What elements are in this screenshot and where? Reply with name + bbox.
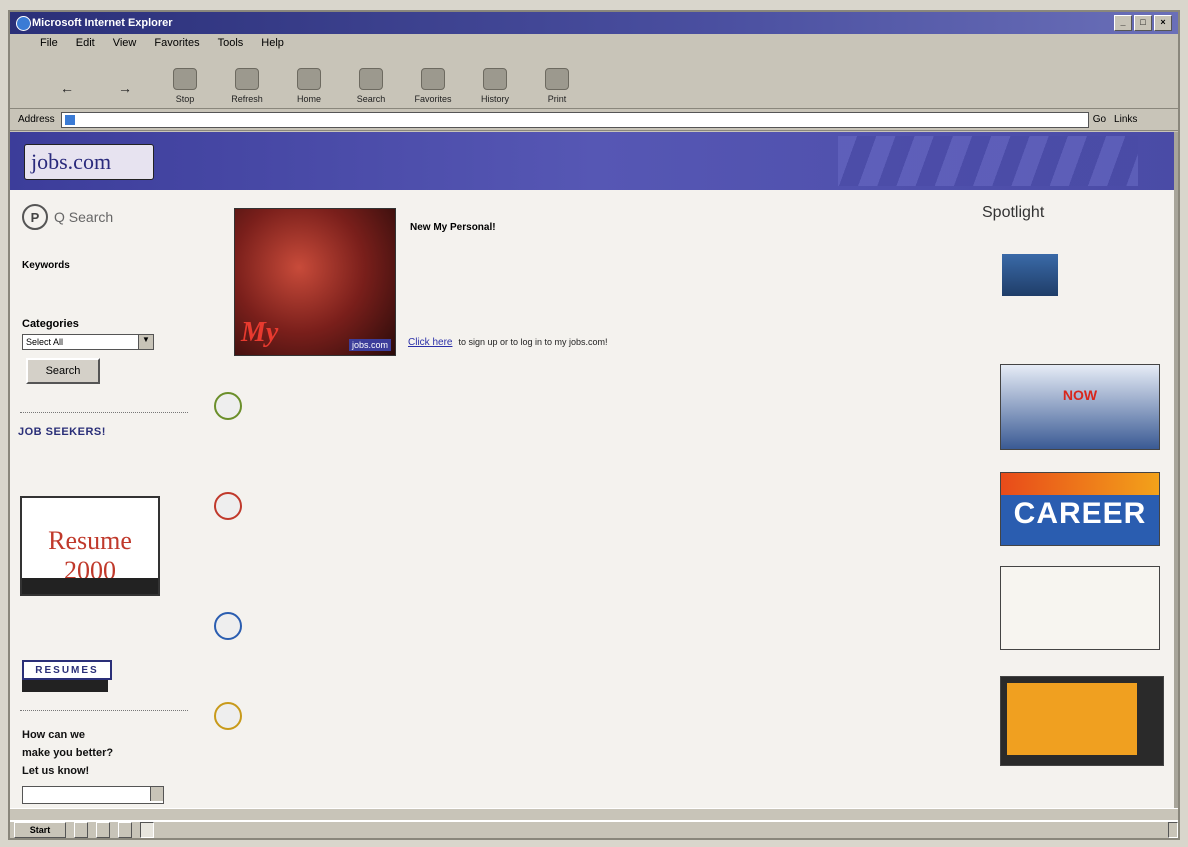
divider xyxy=(20,412,188,413)
search-brand: P Q Search xyxy=(22,204,113,230)
start-button[interactable]: Start xyxy=(14,822,66,838)
home-button[interactable]: Home xyxy=(278,58,340,108)
my-jobs-promo-image[interactable]: My jobs.com xyxy=(234,208,396,356)
history-button[interactable]: History xyxy=(464,58,526,108)
resume-2000-ad[interactable]: Resume 2000 xyxy=(20,496,160,596)
ad-line-2: NOW xyxy=(1062,387,1098,403)
click-here-link[interactable]: Click here xyxy=(408,337,452,348)
ie-logo-icon xyxy=(16,16,31,31)
spotlight-ad-top-employers[interactable]: NOW xyxy=(1000,364,1160,450)
ad-photo xyxy=(1002,254,1058,296)
address-label: Address xyxy=(18,114,55,125)
taskbar-item[interactable] xyxy=(74,822,88,838)
menu-file[interactable]: File xyxy=(40,37,58,49)
feedback-select[interactable] xyxy=(22,786,164,804)
categories-label: Categories xyxy=(22,318,79,330)
forward-arrow-icon: → xyxy=(118,80,132,96)
search-brand-label: Q Search xyxy=(54,209,114,225)
keywords-label: Keywords xyxy=(22,260,70,271)
photo-brand-text: jobs.com xyxy=(348,339,391,351)
spotlight-ad-local-jobs[interactable] xyxy=(1000,254,1156,350)
left-sidebar: P Q Search Keywords Categories Select Al… xyxy=(10,190,202,808)
menu-favorites[interactable]: Favorites xyxy=(154,37,199,49)
spotlight-title: Spotlight xyxy=(982,204,1045,221)
taskbar: Start xyxy=(10,820,1178,838)
spotlight-ad-text[interactable] xyxy=(1000,566,1160,650)
print-button[interactable]: Print xyxy=(526,58,588,108)
history-icon xyxy=(483,68,507,90)
refresh-button[interactable]: Refresh xyxy=(216,58,278,108)
system-tray xyxy=(1168,822,1178,838)
favorites-icon xyxy=(421,68,445,90)
maximize-button[interactable]: □ xyxy=(1134,15,1152,31)
links-button[interactable]: Links xyxy=(1114,114,1137,125)
job-seekers-title: JOB SEEKERS! xyxy=(18,426,106,438)
stop-icon xyxy=(173,68,197,90)
resume-title: Resume 2000 xyxy=(48,526,132,585)
address-input[interactable] xyxy=(60,111,1089,128)
taskbar-item[interactable] xyxy=(96,822,110,838)
favorites-button[interactable]: Favorites xyxy=(402,58,464,108)
back-arrow-icon: ← xyxy=(60,80,74,96)
stop-button[interactable]: Stop xyxy=(154,58,216,108)
divider xyxy=(20,710,188,711)
feedback-prompt: How can we make you better? Let us know! xyxy=(22,729,114,777)
menu-edit[interactable]: Edit xyxy=(76,37,95,49)
taskbar-item[interactable] xyxy=(118,822,132,838)
ad-text xyxy=(1007,683,1137,755)
home-icon xyxy=(297,68,321,90)
handshake-icon xyxy=(214,702,242,730)
menu-help[interactable]: Help xyxy=(261,37,284,49)
minimize-button[interactable]: _ xyxy=(1114,15,1132,31)
menu-view[interactable]: View xyxy=(113,37,137,49)
p-logo-icon: P xyxy=(22,204,48,230)
title-bar: Microsoft Internet Explorer _ □ × xyxy=(10,12,1178,34)
resume-footer xyxy=(22,578,158,594)
close-button[interactable]: × xyxy=(1154,15,1172,31)
refresh-icon xyxy=(235,68,259,90)
window-title: Microsoft Internet Explorer xyxy=(32,17,173,29)
chevron-down-icon: ▼ xyxy=(138,335,153,349)
search-button[interactable]: Search xyxy=(340,58,402,108)
page-icon xyxy=(64,114,75,125)
browser-window: Microsoft Internet Explorer _ □ × File E… xyxy=(8,10,1180,840)
site-banner: jobs.com xyxy=(10,132,1178,190)
target-icon xyxy=(214,492,242,520)
taskbar-item-active[interactable] xyxy=(140,822,154,838)
back-button[interactable]: ← xyxy=(38,58,96,108)
right-sidebar: Spotlight NOW CAREER xyxy=(972,190,1172,808)
resumes-badge[interactable]: RESUMES xyxy=(22,660,112,680)
categories-value: Select All xyxy=(26,337,64,347)
site-logo[interactable]: jobs.com xyxy=(24,144,154,180)
toolbar: ← → Stop Refresh Home Search Favorites H… xyxy=(10,52,1178,109)
ad-word: CAREER xyxy=(1013,497,1147,530)
site-search-button[interactable]: Search xyxy=(26,358,100,384)
search-icon xyxy=(359,68,383,90)
go-button[interactable]: Go xyxy=(1093,114,1106,125)
leaf-icon xyxy=(214,392,242,420)
categories-select[interactable]: Select All ▼ xyxy=(22,334,154,350)
promo-signup: Click here to sign up or to log in to my … xyxy=(408,337,608,348)
print-icon xyxy=(545,68,569,90)
page-viewport: jobs.com P Q Search Keywords Categories … xyxy=(10,132,1178,808)
ad-header xyxy=(1001,473,1159,495)
forward-button[interactable]: → xyxy=(96,58,154,108)
spotlight-ad-advance-career[interactable]: CAREER xyxy=(1000,472,1160,546)
menu-bar: File Edit View Favorites Tools Help xyxy=(10,34,1178,52)
briefcase-icon xyxy=(214,612,242,640)
resumes-badge-footer xyxy=(22,680,108,692)
address-bar: Address Go Links xyxy=(10,109,1178,131)
main-content: My jobs.com New My Personal! Click here t… xyxy=(210,190,970,808)
menu-tools[interactable]: Tools xyxy=(218,37,244,49)
photo-my-text: My xyxy=(241,317,279,348)
banner-art xyxy=(838,136,1138,186)
spotlight-ad-promo[interactable] xyxy=(1000,676,1164,766)
promo-title: New My Personal! xyxy=(410,222,496,233)
vertical-scrollbar[interactable] xyxy=(1174,132,1178,808)
chevron-down-icon xyxy=(150,787,163,801)
